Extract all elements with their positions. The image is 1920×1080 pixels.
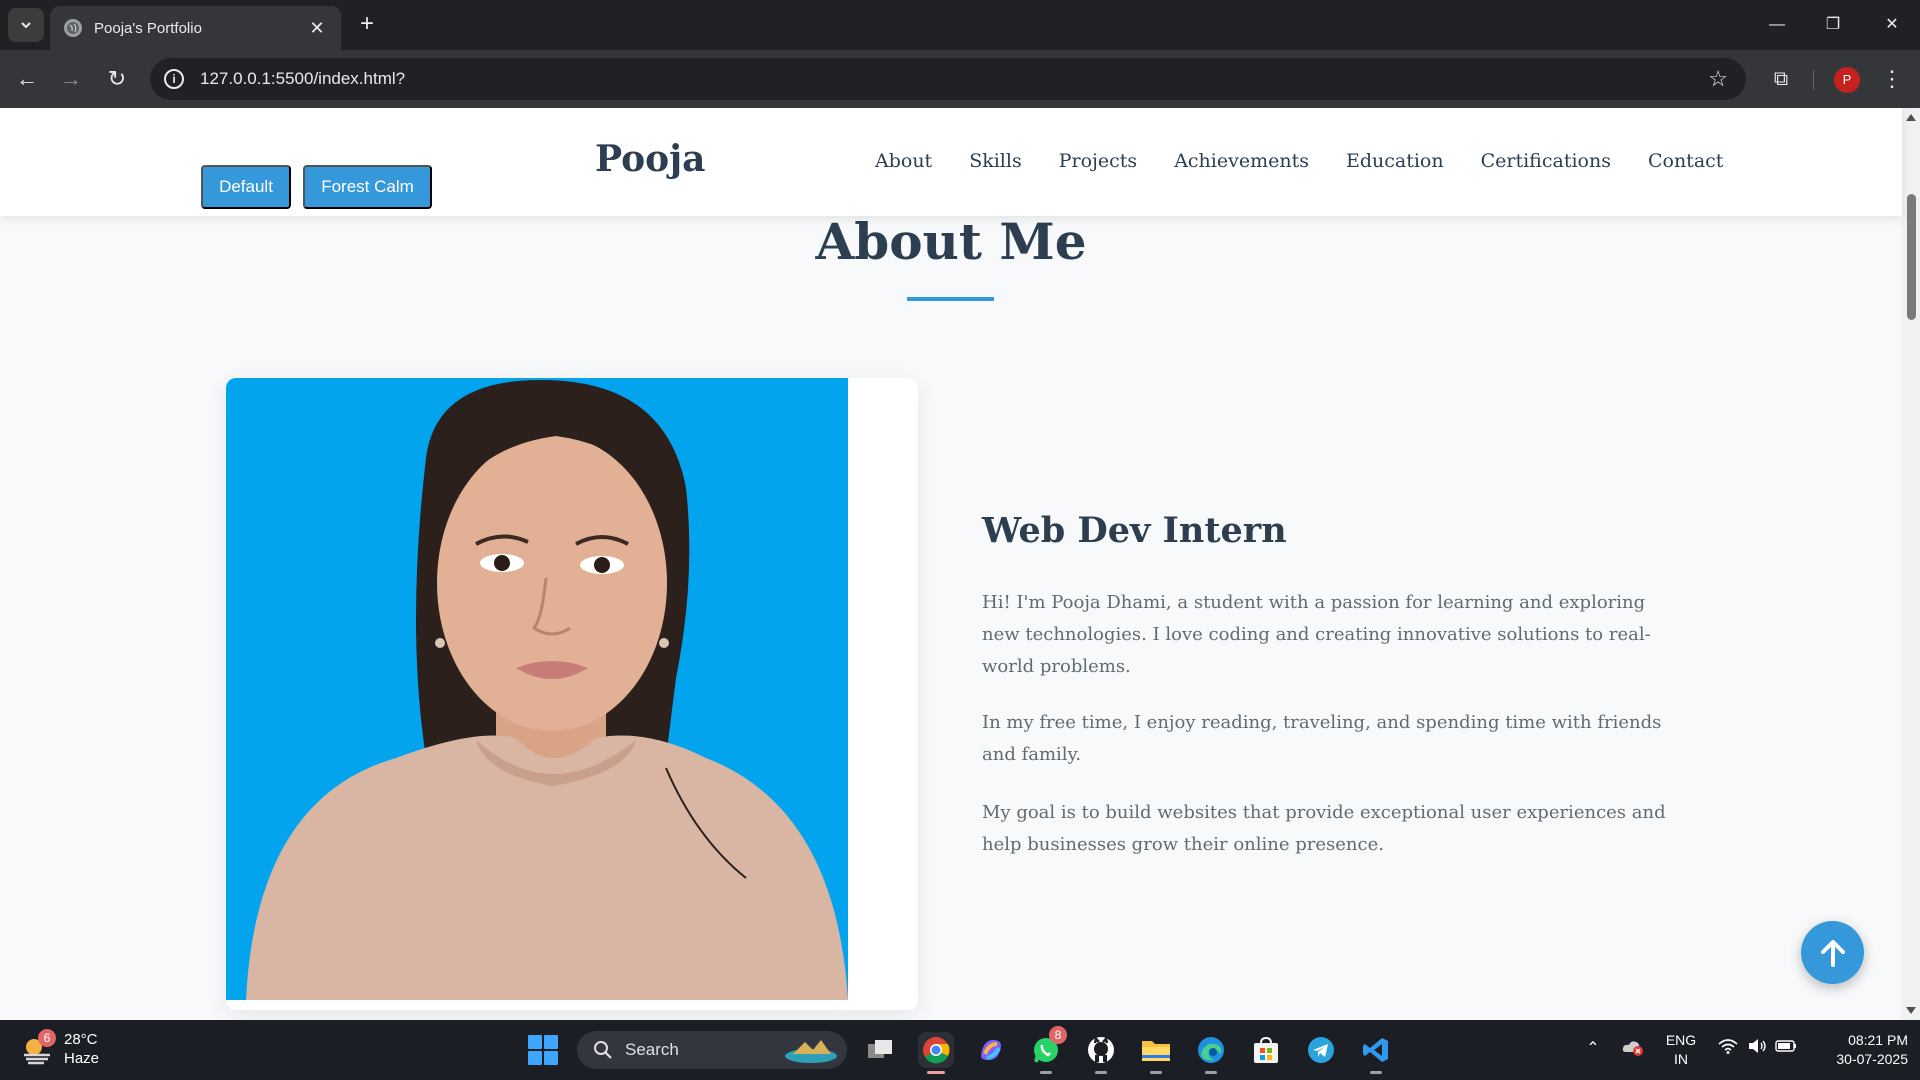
site-info-icon[interactable]: i	[164, 69, 184, 89]
arrow-up-icon	[1820, 939, 1845, 967]
weather-temperature: 28°C	[64, 1031, 98, 1048]
url-text[interactable]: 127.0.0.1:5500/index.html?	[200, 69, 1708, 89]
tab-title: Pooja's Portfolio	[94, 19, 202, 37]
bookmark-star-icon[interactable]: ☆	[1708, 66, 1728, 92]
microsoft-store-icon[interactable]	[1248, 1032, 1284, 1068]
browser-tab[interactable]: Pooja's Portfolio ✕	[50, 6, 341, 50]
role-title: Web Dev Intern	[982, 510, 1287, 551]
region-code: IN	[1674, 1051, 1688, 1067]
about-paragraph: Hi! I'm Pooja Dhami, a student with a pa…	[982, 592, 1651, 677]
profile-photo	[226, 378, 848, 1000]
nav-link-about[interactable]: About	[875, 150, 932, 172]
about-paragraph: In my free time, I enjoy reading, travel…	[982, 712, 1662, 765]
clock-date: 30-07-2025	[1836, 1051, 1908, 1067]
about-paragraph: My goal is to build websites that provid…	[982, 802, 1666, 855]
page-viewport: Default Forest Calm Pooja About Skills P…	[0, 108, 1920, 1020]
nav-link-achievements[interactable]: Achievements	[1174, 150, 1309, 172]
onedrive-error-icon[interactable]	[1621, 1038, 1645, 1061]
github-icon[interactable]	[1083, 1032, 1119, 1074]
clock-time: 08:21 PM	[1848, 1032, 1908, 1048]
site-logo[interactable]: Pooja	[595, 138, 705, 180]
profile-avatar[interactable]: P	[1834, 67, 1860, 93]
battery-icon[interactable]	[1774, 1038, 1798, 1059]
chevron-down-icon	[21, 22, 31, 29]
globe-icon	[64, 19, 82, 37]
show-hidden-icons[interactable]: ⌃	[1581, 1038, 1605, 1058]
clock[interactable]: 08:21 PM 30-07-2025	[1808, 1031, 1908, 1069]
tab-search-button[interactable]	[8, 8, 44, 42]
nav-link-education[interactable]: Education	[1346, 150, 1444, 172]
windows-taskbar: 6 28°C Haze Search 8 ⌃ ENG IN 08:21 PM 3…	[0, 1020, 1920, 1080]
minimize-button[interactable]: —	[1757, 10, 1797, 40]
taskbar-search[interactable]: Search	[577, 1031, 847, 1069]
close-window-button[interactable]: ✕	[1872, 10, 1912, 40]
browser-toolbar: ← → ↻ i 127.0.0.1:5500/index.html? ☆ ⧉ P…	[0, 50, 1920, 108]
chrome-icon[interactable]	[918, 1032, 954, 1074]
section-title: About Me	[815, 212, 1087, 271]
task-view-icon[interactable]	[862, 1032, 898, 1068]
nav-link-contact[interactable]: Contact	[1648, 150, 1723, 172]
scroll-down-icon[interactable]	[1906, 1007, 1916, 1014]
back-button[interactable]: ←	[12, 64, 42, 94]
search-icon	[594, 1041, 612, 1059]
new-tab-button[interactable]: +	[354, 12, 380, 38]
telegram-icon[interactable]	[1303, 1032, 1339, 1068]
search-highlight-icon	[785, 1040, 837, 1063]
weather-badge: 6	[38, 1029, 56, 1047]
nav-link-skills[interactable]: Skills	[969, 150, 1022, 172]
language-indicator[interactable]: ENG IN	[1660, 1031, 1702, 1069]
menu-kebab-icon[interactable]: ⋮	[1880, 64, 1904, 94]
browser-tab-bar: Pooja's Portfolio ✕ + — ❐ ✕	[0, 0, 1920, 50]
weather-condition: Haze	[64, 1050, 100, 1067]
restore-button[interactable]: ❐	[1813, 10, 1853, 40]
weather-widget[interactable]: 6 28°C Haze	[22, 1029, 100, 1068]
toolbar-divider	[1813, 70, 1814, 90]
copilot-icon[interactable]	[973, 1032, 1009, 1068]
windows-start-icon[interactable]	[528, 1035, 558, 1065]
nav-link-certifications[interactable]: Certifications	[1481, 150, 1611, 172]
reload-button[interactable]: ↻	[102, 64, 132, 94]
main-nav: About Skills Projects Achievements Educa…	[875, 150, 1723, 172]
language-code: ENG	[1665, 1032, 1697, 1048]
scroll-up-icon[interactable]	[1906, 114, 1916, 121]
volume-icon[interactable]	[1745, 1038, 1769, 1059]
extensions-icon[interactable]: ⧉	[1766, 64, 1796, 94]
site-header: Default Forest Calm Pooja About Skills P…	[0, 108, 1902, 216]
weather-haze-icon: 6	[22, 1029, 56, 1065]
title-underline	[907, 297, 994, 301]
whatsapp-icon[interactable]: 8	[1028, 1026, 1067, 1074]
theme-forest-calm-button[interactable]: Forest Calm	[303, 165, 432, 209]
search-label: Search	[625, 1040, 679, 1059]
whatsapp-badge: 8	[1049, 1026, 1067, 1044]
profile-photo-card	[226, 378, 918, 1010]
nav-link-projects[interactable]: Projects	[1059, 150, 1137, 172]
tab-close-icon[interactable]: ✕	[307, 18, 327, 39]
file-explorer-icon[interactable]	[1138, 1032, 1174, 1074]
edge-icon[interactable]	[1193, 1032, 1229, 1074]
address-bar[interactable]: i 127.0.0.1:5500/index.html? ☆	[150, 58, 1746, 100]
theme-default-button[interactable]: Default	[201, 165, 291, 209]
wifi-icon[interactable]	[1716, 1038, 1740, 1059]
back-to-top-button[interactable]	[1801, 921, 1864, 984]
page-scrollbar[interactable]	[1902, 108, 1920, 1020]
forward-button[interactable]: →	[56, 64, 86, 94]
vscode-icon[interactable]	[1358, 1032, 1394, 1074]
scroll-thumb[interactable]	[1907, 194, 1916, 320]
